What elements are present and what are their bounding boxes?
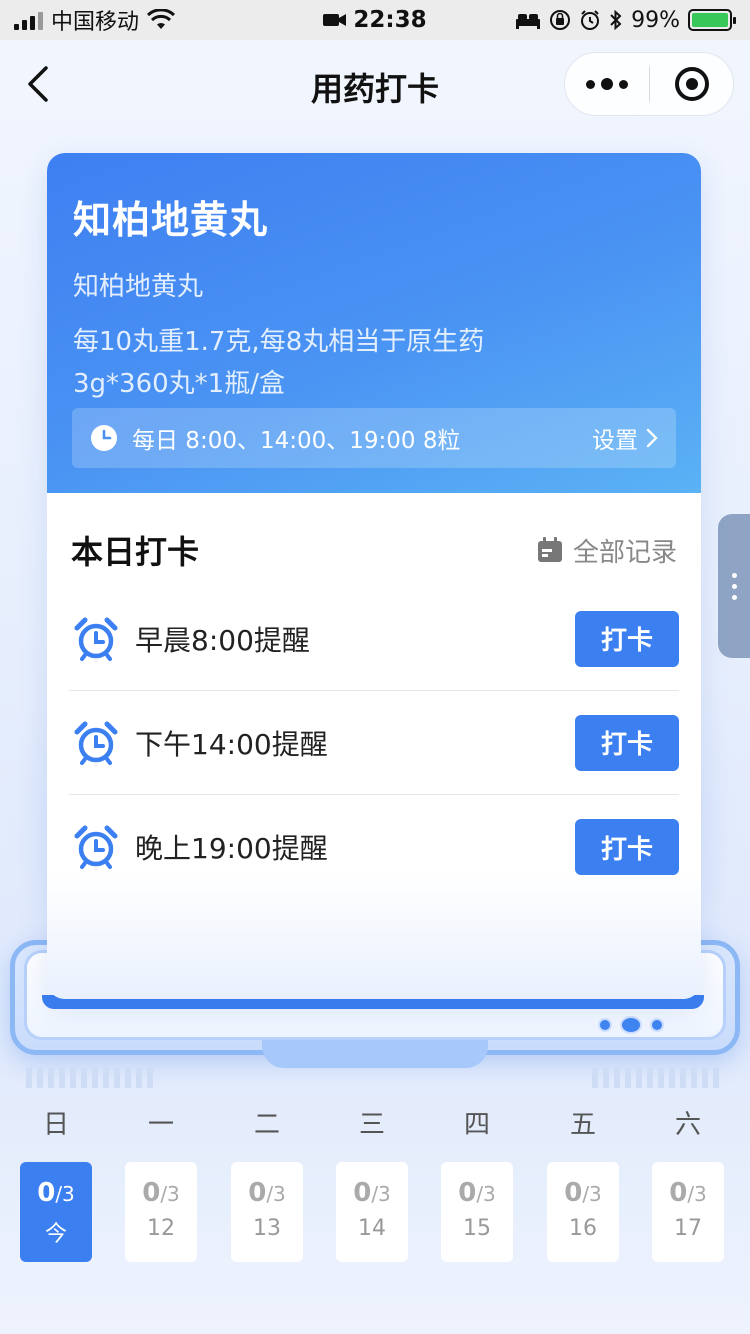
status-right: 99% <box>515 7 736 33</box>
medicine-generic-name: 知柏地黄丸 <box>73 272 204 302</box>
side-floating-handle[interactable] <box>718 514 750 658</box>
day-card[interactable]: 0/3 12 <box>125 1162 197 1262</box>
status-bar: 中国移动 22:38 99% <box>0 0 750 40</box>
medication-card: 知柏地黄丸 知柏地黄丸 每10丸重1.7克,每8丸相当于原生药3g*360丸*1… <box>47 153 701 999</box>
chevron-right-icon <box>646 428 658 448</box>
calendar-icon <box>537 537 562 562</box>
day-label: 16 <box>569 1216 597 1241</box>
medicine-spec: 每10丸重1.7克,每8丸相当于原生药3g*360丸*1瓶/盒 <box>73 327 485 399</box>
nav-bar: 用药打卡 <box>0 40 750 128</box>
settings-link[interactable]: 设置 <box>592 421 658 455</box>
clock-icon <box>91 425 117 451</box>
checkin-button-morning[interactable]: 打卡 <box>575 610 679 667</box>
camera-icon <box>323 14 347 26</box>
decorative-stripes-right <box>592 1068 719 1088</box>
bed-icon <box>516 14 541 29</box>
alarm-clock-icon <box>74 721 118 765</box>
day-progress: 0/3 <box>248 1178 286 1208</box>
all-records-label: 全部记录 <box>572 537 677 568</box>
weekday-label: 五 <box>569 1110 596 1140</box>
medicine-info-header: 知柏地黄丸 知柏地黄丸 每10丸重1.7克,每8丸相当于原生药3g*360丸*1… <box>47 153 701 493</box>
time-label: 22:38 <box>353 7 427 33</box>
day-progress: 0/3 <box>669 1178 707 1208</box>
decorative-platform-tab <box>262 1040 488 1068</box>
battery-icon <box>688 9 736 31</box>
target-circle-icon <box>674 67 709 101</box>
day-label: 12 <box>147 1216 175 1241</box>
all-records-link[interactable]: 全部记录 <box>537 532 677 569</box>
day-label: 今 <box>44 1222 67 1247</box>
reminder-label: 晚上19:00提醒 <box>135 832 328 865</box>
more-dots-icon <box>586 79 595 89</box>
reminder-label: 下午14:00提醒 <box>135 727 328 761</box>
decorative-stripes-left <box>26 1068 153 1088</box>
today-checkin-section: 本日打卡 全部记录 早晨8:00提醒 打卡 下午14:00提醒 打卡 晚上19:… <box>47 493 701 999</box>
settings-label: 设置 <box>592 428 638 454</box>
weekday-label: 二 <box>253 1110 280 1140</box>
weekday-label: 六 <box>674 1110 701 1140</box>
reminder-row-morning: 早晨8:00提醒 打卡 <box>69 587 679 691</box>
weekday-header: 日 一 二 三 四 五 六 <box>0 1104 750 1144</box>
day-label: 17 <box>674 1216 702 1241</box>
weekday-label: 一 <box>147 1110 174 1140</box>
reminder-label: 早晨8:00提醒 <box>135 623 310 657</box>
alarm-clock-icon <box>74 617 118 661</box>
day-label: 14 <box>358 1216 386 1241</box>
reminder-row-evening: 晚上19:00提醒 打卡 <box>69 795 679 899</box>
day-card[interactable]: 0/3 13 <box>231 1162 303 1262</box>
close-miniprogram-button[interactable] <box>650 53 733 115</box>
day-card[interactable]: 0/3 15 <box>441 1162 513 1262</box>
carrier-label: 中国移动 <box>51 10 140 35</box>
weekday-label: 四 <box>463 1110 490 1140</box>
day-label: 15 <box>463 1216 491 1241</box>
today-title: 本日打卡 <box>71 533 200 571</box>
checkin-button-evening[interactable]: 打卡 <box>575 819 679 875</box>
day-progress: 0/3 <box>353 1178 391 1208</box>
miniprogram-capsule <box>564 52 734 116</box>
decorative-dots <box>598 1016 664 1034</box>
day-progress: 0/3 <box>142 1178 180 1208</box>
day-card[interactable]: 0/3 16 <box>547 1162 619 1262</box>
more-button[interactable] <box>565 53 649 115</box>
weekday-label: 三 <box>358 1110 385 1140</box>
day-card-today[interactable]: 0/3 今 <box>20 1162 92 1262</box>
medicine-name: 知柏地黄丸 <box>73 198 269 242</box>
wifi-icon <box>147 9 176 29</box>
orientation-lock-icon <box>550 10 571 30</box>
reminder-row-afternoon: 下午14:00提醒 打卡 <box>69 691 679 795</box>
day-label: 13 <box>253 1216 281 1241</box>
day-card[interactable]: 0/3 14 <box>336 1162 408 1262</box>
schedule-bar[interactable]: 每日 8:00、14:00、19:00 8粒 设置 <box>72 408 676 468</box>
day-progress: 0/3 <box>458 1178 496 1208</box>
signal-icon <box>14 10 43 30</box>
alarm-clock-icon <box>74 825 118 869</box>
bluetooth-icon <box>610 9 622 31</box>
day-card[interactable]: 0/3 17 <box>652 1162 724 1262</box>
day-progress: 0/3 <box>37 1178 75 1208</box>
today-header: 本日打卡 全部记录 <box>71 527 677 573</box>
battery-label: 99% <box>631 7 680 33</box>
alarm-status-icon <box>581 10 600 30</box>
schedule-text: 每日 8:00、14:00、19:00 8粒 <box>132 428 461 454</box>
checkin-button-afternoon[interactable]: 打卡 <box>575 714 679 771</box>
status-left: 中国移动 <box>14 4 176 36</box>
weekday-label: 日 <box>42 1110 69 1140</box>
day-progress: 0/3 <box>564 1178 602 1208</box>
